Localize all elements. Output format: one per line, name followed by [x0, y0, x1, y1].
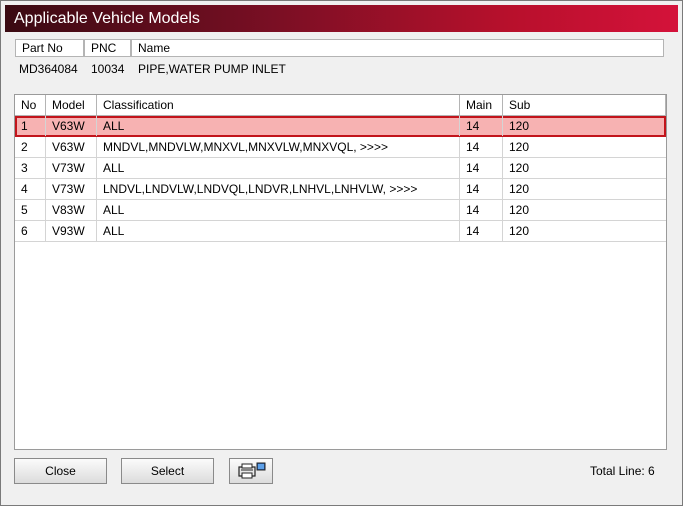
total-line-count: Total Line: 6: [590, 464, 655, 478]
sub-column-header[interactable]: Sub: [503, 95, 666, 116]
row-sub: 120: [509, 182, 530, 196]
model-column-header[interactable]: Model: [46, 95, 97, 116]
row-classification: ALL: [97, 200, 460, 220]
row-model: V63W: [46, 116, 97, 136]
part-no-header: Part No: [15, 39, 84, 57]
row-no: 6: [15, 221, 46, 241]
pnc-value: 10034: [91, 62, 125, 76]
print-button[interactable]: [229, 458, 273, 484]
row-no: 1: [15, 116, 46, 136]
row-model: V83W: [46, 200, 97, 220]
name-header: Name: [131, 39, 664, 57]
row-model: V73W: [46, 158, 97, 178]
row-no: 5: [15, 200, 46, 220]
printer-icon: [236, 462, 268, 480]
row-main: 14: [460, 137, 503, 157]
row-sub: 120: [509, 203, 530, 217]
row-sub: 120: [509, 119, 530, 133]
table-row[interactable]: 3 V73W ALL 14 120: [15, 158, 666, 179]
select-button[interactable]: Select: [121, 458, 214, 484]
classification-column-header[interactable]: Classification: [97, 95, 460, 116]
row-classification: ALL: [97, 116, 460, 136]
part-name-value: PIPE,WATER PUMP INLET: [138, 62, 286, 76]
table-row[interactable]: 4 V73W LNDVL,LNDVLW,LNDVQL,LNDVR,LNHVL,L…: [15, 179, 666, 200]
row-no: 3: [15, 158, 46, 178]
row-model: V73W: [46, 179, 97, 199]
row-sub: 120: [509, 140, 530, 154]
pnc-header: PNC: [84, 39, 131, 57]
close-button[interactable]: Close: [14, 458, 107, 484]
main-column-header[interactable]: Main: [460, 95, 503, 116]
title-bar[interactable]: Applicable Vehicle Models: [5, 5, 678, 32]
row-sub: 120: [509, 224, 530, 238]
row-classification: ALL: [97, 158, 460, 178]
part-no-value: MD364084: [19, 62, 78, 76]
row-main: 14: [460, 200, 503, 220]
no-column-header[interactable]: No: [15, 95, 46, 116]
row-model: V93W: [46, 221, 97, 241]
row-classification: ALL: [97, 221, 460, 241]
table-row[interactable]: 2 V63W MNDVL,MNDVLW,MNXVL,MNXVLW,MNXVQL,…: [15, 137, 666, 158]
row-no: 2: [15, 137, 46, 157]
row-classification: MNDVL,MNDVLW,MNXVL,MNXVLW,MNXVQL, >>>>: [97, 137, 460, 157]
table-row[interactable]: 5 V83W ALL 14 120: [15, 200, 666, 221]
row-sub: 120: [509, 161, 530, 175]
row-model: V63W: [46, 137, 97, 157]
row-classification: LNDVL,LNDVLW,LNDVQL,LNDVR,LNHVL,LNHVLW, …: [97, 179, 460, 199]
row-main: 14: [460, 221, 503, 241]
row-main: 14: [460, 179, 503, 199]
table-row[interactable]: 6 V93W ALL 14 120: [15, 221, 666, 242]
window-title: Applicable Vehicle Models: [14, 10, 200, 27]
row-main: 14: [460, 158, 503, 178]
table-row[interactable]: 1 V63W ALL 14 120: [15, 116, 666, 137]
row-main: 14: [460, 116, 503, 136]
row-no: 4: [15, 179, 46, 199]
vehicle-models-grid[interactable]: No Model Classification Main Sub 1 V63W …: [14, 94, 667, 450]
